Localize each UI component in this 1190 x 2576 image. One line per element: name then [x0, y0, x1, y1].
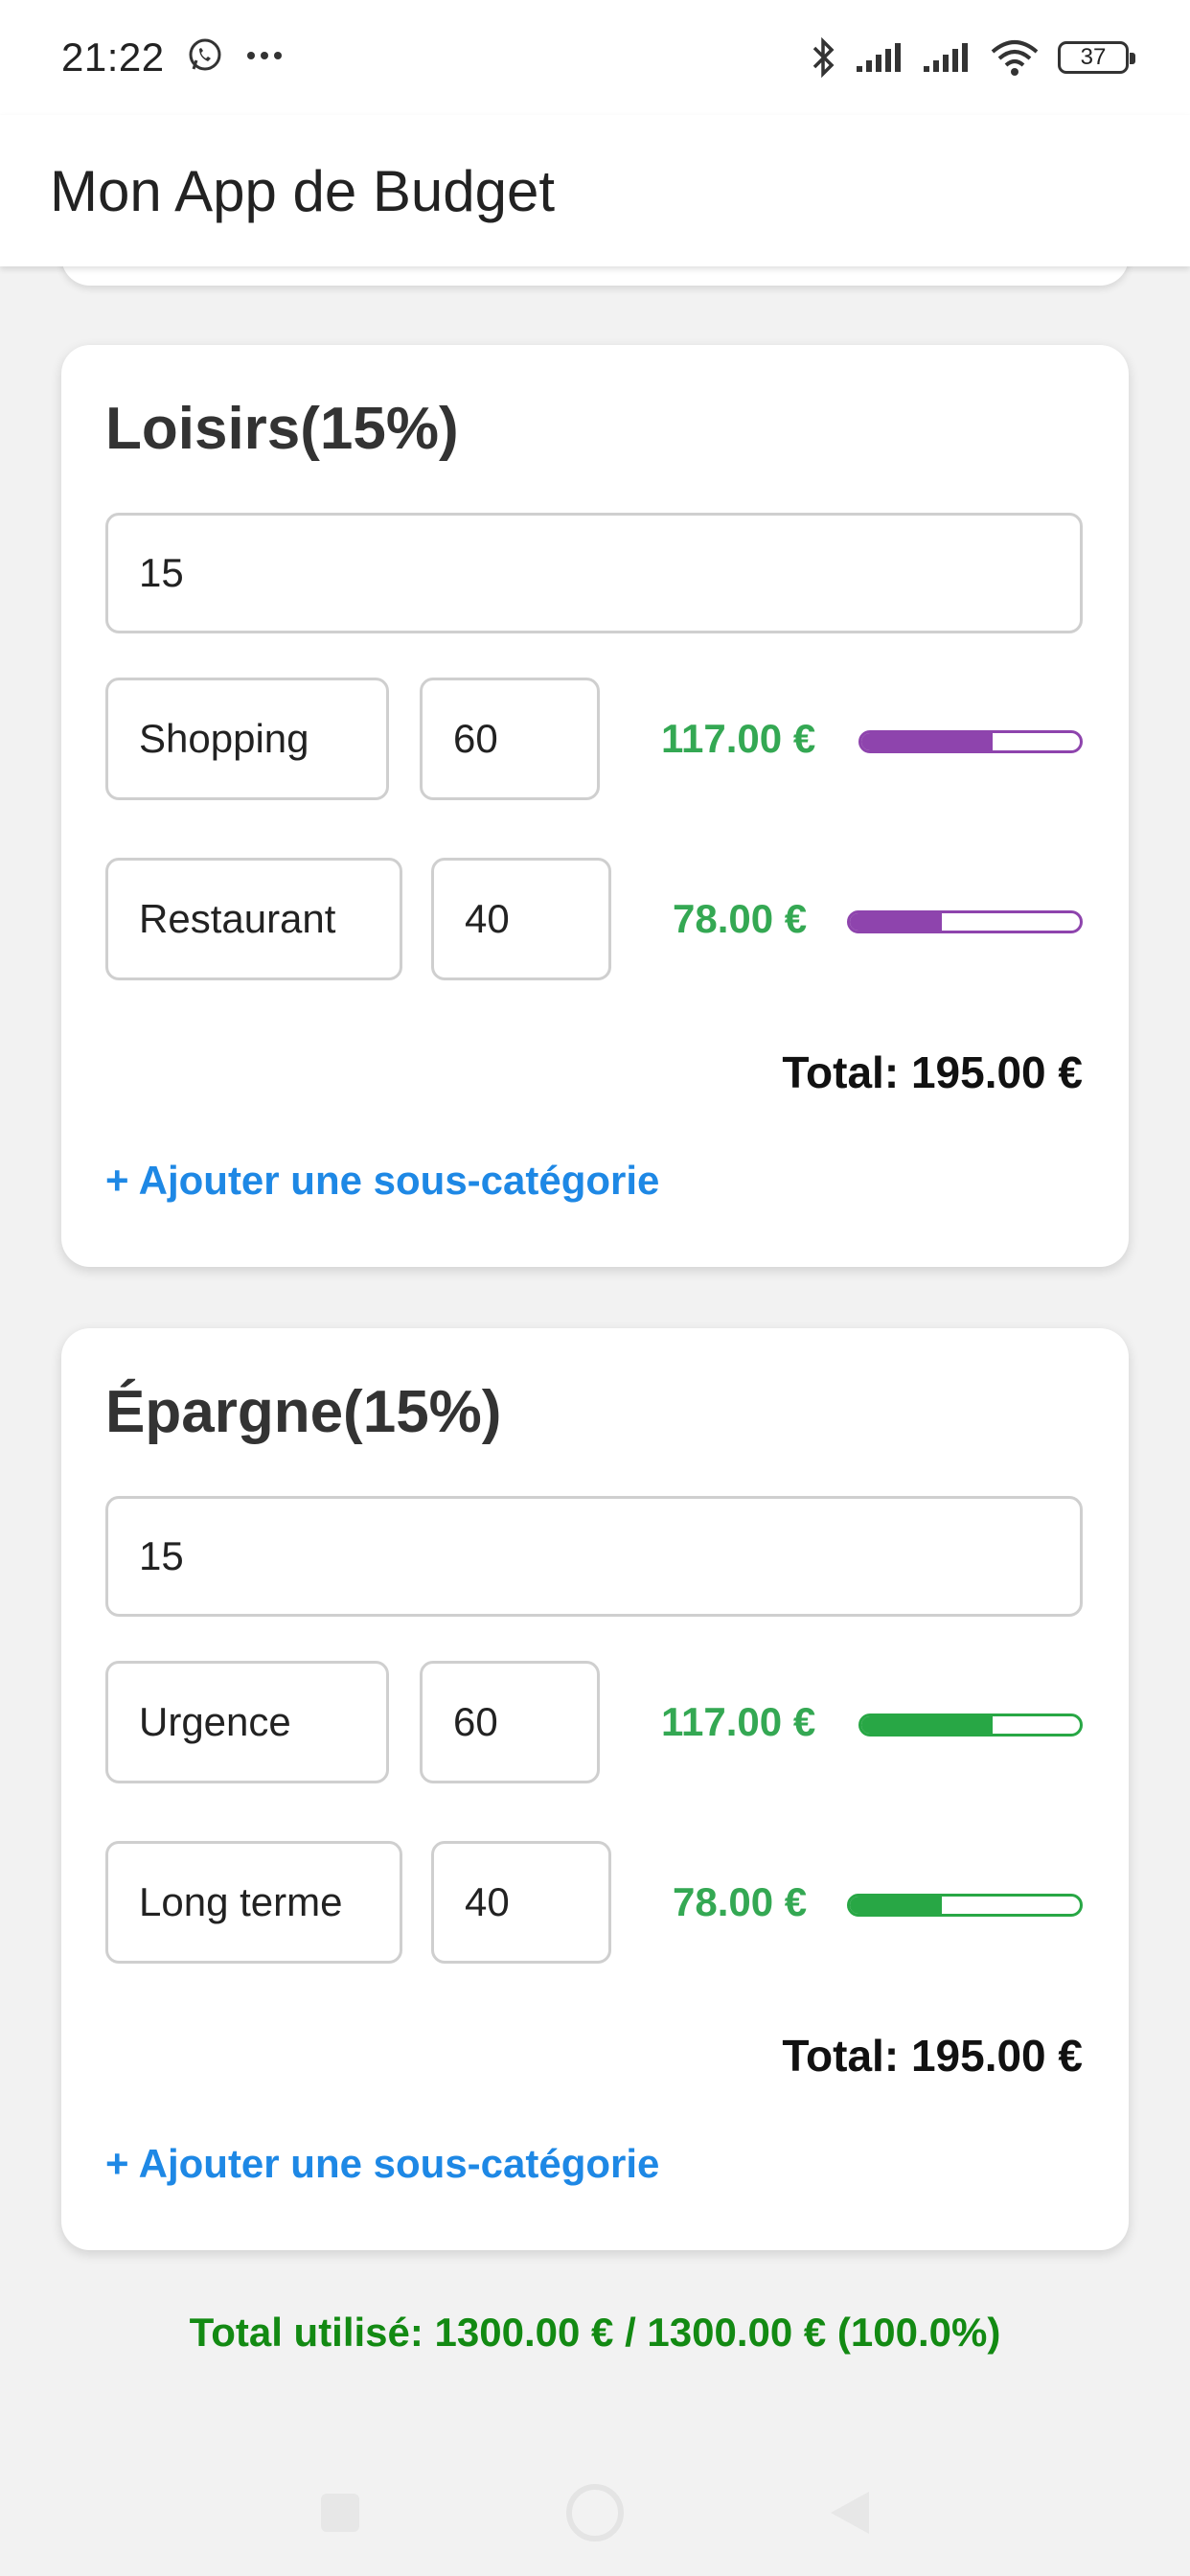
- subcategory-row: Restaurant 40 78.00 €: [105, 858, 1083, 980]
- wifi-icon: [989, 38, 1041, 77]
- subcategory-row: Urgence 60 117.00 €: [105, 1661, 1083, 1783]
- subcategory-progress-bar: [858, 1714, 1083, 1736]
- recents-square-icon[interactable]: [317, 2490, 363, 2541]
- status-time: 21:22: [61, 34, 165, 80]
- subcategory-amount: 78.00 €: [673, 1879, 808, 1924]
- subcategory-progress-bar: [858, 730, 1083, 753]
- home-circle-icon[interactable]: [564, 2482, 626, 2548]
- add-subcategory-link[interactable]: + Ajouter une sous-catégorie: [105, 1158, 659, 1204]
- category-card-loisirs: Loisirs(15%) 15 Shopping 60 117.00 € Res…: [61, 345, 1129, 1267]
- subcategory-name-input[interactable]: Urgence: [105, 1661, 389, 1783]
- bluetooth-icon: [809, 36, 837, 79]
- category-total: Total: 195.00 €: [782, 1047, 1083, 1097]
- app-bar: Mon App de Budget: [0, 115, 1190, 266]
- category-card-epargne: Épargne(15%) 15 Urgence 60 117.00 € Long…: [61, 1328, 1129, 2250]
- progress-fill: [861, 1716, 993, 1734]
- signal-icon-2: [922, 41, 972, 74]
- category-title: Loisirs(15%): [105, 396, 459, 462]
- total-used-summary: Total utilisé: 1300.00 € / 1300.00 € (10…: [189, 2310, 1001, 2355]
- category-title: Épargne(15%): [105, 1379, 502, 1445]
- subcategory-percent-input[interactable]: 60: [420, 1661, 600, 1783]
- app-title: Mon App de Budget: [50, 158, 556, 223]
- subcategory-name-input[interactable]: Shopping: [105, 678, 389, 800]
- status-bar: 21:22 37: [0, 0, 1190, 115]
- subcategory-name-input[interactable]: Restaurant: [105, 858, 402, 980]
- subcategory-row: Shopping 60 117.00 €: [105, 678, 1083, 800]
- subcategory-percent-input[interactable]: 40: [431, 858, 611, 980]
- subcategory-progress-bar: [847, 1894, 1083, 1917]
- subcategory-amount: 117.00 €: [661, 716, 816, 761]
- progress-fill: [850, 913, 942, 931]
- subcategory-name-input[interactable]: Long terme: [105, 1841, 402, 1964]
- more-dots-icon: [245, 49, 284, 66]
- subcategory-progress-bar: [847, 910, 1083, 933]
- whatsapp-icon: [186, 36, 224, 80]
- signal-icon: [855, 41, 904, 74]
- back-triangle-icon[interactable]: [827, 2488, 873, 2542]
- subcategory-amount: 78.00 €: [673, 896, 808, 941]
- category-percent-input[interactable]: 15: [105, 513, 1083, 633]
- subcategory-row: Long terme 40 78.00 €: [105, 1841, 1083, 1964]
- progress-fill: [850, 1897, 942, 1914]
- progress-fill: [861, 733, 993, 750]
- subcategory-percent-input[interactable]: 60: [420, 678, 600, 800]
- subcategory-amount: 117.00 €: [661, 1699, 816, 1744]
- add-subcategory-link[interactable]: + Ajouter une sous-catégorie: [105, 2141, 659, 2187]
- category-percent-input[interactable]: 15: [105, 1496, 1083, 1617]
- battery-icon: 37: [1058, 41, 1135, 74]
- category-total: Total: 195.00 €: [782, 2031, 1083, 2081]
- system-nav-bar: [0, 2453, 1190, 2576]
- subcategory-percent-input[interactable]: 40: [431, 1841, 611, 1964]
